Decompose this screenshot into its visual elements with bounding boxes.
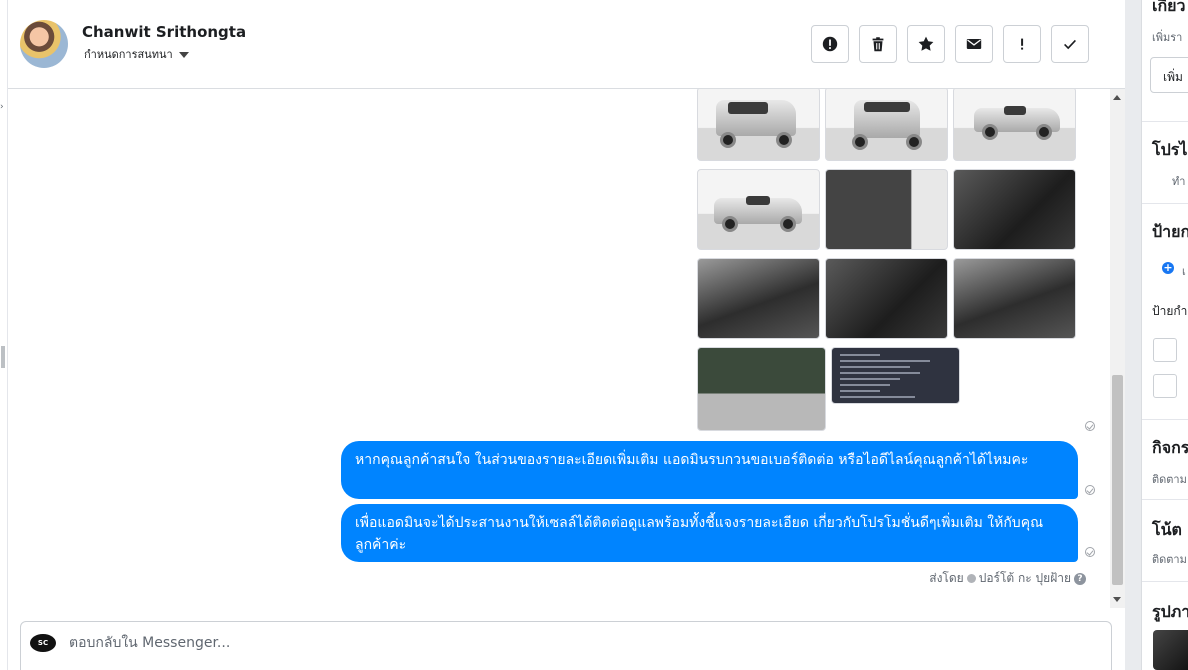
sent-by-prefix: ส่งโดย (929, 571, 964, 585)
notes-title: โน้ต (1152, 520, 1182, 539)
feed-scrollbar[interactable] (1110, 89, 1125, 608)
car-photo-side[interactable] (953, 89, 1076, 161)
scroll-down-arrow-icon[interactable] (1113, 597, 1121, 602)
star-icon (918, 36, 934, 51)
delete-button[interactable] (859, 25, 897, 63)
car-spec-sheet-image[interactable] (831, 347, 960, 404)
car-photo-front[interactable] (697, 89, 820, 161)
messenger-inbox-window: › Chanwit Srithongta กำหนดการสนทนา หากคุ… (0, 0, 1188, 670)
labels-section: ป้ายก + เ ป้ายกำ (1142, 204, 1188, 420)
profile-title: โปรไ (1152, 140, 1188, 159)
star-button[interactable] (907, 25, 945, 63)
read-receipt-icon (1085, 421, 1095, 431)
contact-avatar[interactable] (20, 20, 68, 68)
profile-sub: ทำ (1172, 175, 1186, 188)
conversation-header: Chanwit Srithongta กำหนดการสนทนา (8, 0, 1125, 89)
scrollbar-thumb[interactable] (1112, 375, 1123, 585)
car-photo-engine[interactable] (697, 347, 826, 431)
assign-conversation-label: กำหนดการสนทนา (84, 48, 173, 61)
assign-conversation-dropdown[interactable]: กำหนดการสนทนา (84, 45, 189, 63)
labels-title: ป้ายก (1152, 222, 1188, 241)
activity-section: กิจกร ติดตาม (1142, 420, 1188, 500)
read-receipt-icon (1085, 485, 1095, 495)
mark-unread-button[interactable] (955, 25, 993, 63)
exclamation-circle-icon (822, 36, 838, 52)
done-button[interactable] (1051, 25, 1089, 63)
car-photo-gear-shift[interactable] (697, 258, 820, 339)
message-text: หากคุณลูกค้าสนใจ ในส่วนของรายละเอียดเพิ่… (355, 452, 1029, 468)
conversation-pane: Chanwit Srithongta กำหนดการสนทนา หากคุณล… (8, 0, 1125, 670)
pane-divider (1125, 0, 1141, 670)
help-icon[interactable]: ? (1074, 572, 1086, 585)
check-icon (1064, 39, 1076, 50)
verified-check-icon (966, 574, 976, 583)
label-checkbox[interactable] (1153, 374, 1177, 398)
add-label-icon[interactable]: + (1162, 262, 1174, 274)
reply-input[interactable] (69, 632, 969, 654)
caret-down-icon (178, 52, 189, 58)
message-feed[interactable]: หากคุณลูกค้าสนใจ ในส่วนของรายละเอียดเพิ่… (8, 89, 1110, 608)
car-photo-cabin[interactable] (825, 258, 948, 339)
labels-sub: ป้ายกำ (1152, 304, 1188, 318)
notes-section: โน้ต ติดตาม (1142, 500, 1188, 582)
activity-title: กิจกร (1152, 438, 1188, 457)
exclamation-icon (1021, 38, 1024, 50)
car-photo-seats[interactable] (953, 258, 1076, 339)
trash-icon (872, 37, 884, 52)
message-bubble[interactable]: เพื่อแอดมินจะได้ประสานงานให้เซลล์ได้ติดต… (341, 504, 1078, 562)
page-logo-avatar: SC (30, 634, 56, 652)
reply-composer: SC (20, 621, 1112, 670)
sent-by-info: ส่งโดย ปอร์โต้ กะ ปุยฝ้าย ? (929, 569, 1086, 588)
message-bubble[interactable]: หากคุณลูกค้าสนใจ ในส่วนของรายละเอียดเพิ่… (341, 441, 1078, 499)
notes-sub: ติดตาม (1152, 553, 1187, 566)
label-checkbox[interactable] (1153, 338, 1177, 362)
add-label-text[interactable]: เ (1182, 262, 1186, 280)
profile-section: โปรไ ทำ (1142, 122, 1188, 204)
contact-details-panel: เกี่ยว เพิ่มรา เพิ่ม โปรไ ทำ ป้ายก + เ ป… (1141, 0, 1188, 670)
spam-button[interactable] (811, 25, 849, 63)
car-photo-door-panel[interactable] (825, 169, 948, 250)
conversation-toolbar (811, 25, 1089, 63)
scroll-up-arrow-icon[interactable] (1113, 95, 1121, 100)
car-photo-rear[interactable] (825, 89, 948, 161)
about-title: เกี่ยว (1152, 0, 1186, 15)
sent-by-name: ปอร์โต้ กะ ปุยฝ้าย (978, 571, 1071, 585)
message-text: เพื่อแอดมินจะได้ประสานงานให้เซลล์ได้ติดต… (355, 515, 1044, 553)
car-photo-dashboard[interactable] (953, 169, 1076, 250)
read-receipt-icon (1085, 547, 1095, 557)
about-section: เกี่ยว เพิ่มรา เพิ่ม (1142, 0, 1188, 122)
add-info-button[interactable]: เพิ่ม (1150, 57, 1188, 93)
contact-name[interactable]: Chanwit Srithongta (82, 23, 246, 41)
photos-title: รูปภา (1152, 602, 1188, 621)
car-photo-side-profile[interactable] (697, 169, 820, 250)
left-gutter: › (0, 0, 8, 670)
envelope-icon (966, 39, 982, 49)
collapse-arrow-icon[interactable]: › (0, 102, 4, 112)
about-sub: เพิ่มรา (1152, 31, 1183, 44)
follow-up-button[interactable] (1003, 25, 1041, 63)
shared-photo-thumbnail[interactable] (1153, 630, 1188, 670)
activity-sub: ติดตาม (1152, 473, 1187, 486)
resize-handle[interactable] (1, 346, 5, 368)
